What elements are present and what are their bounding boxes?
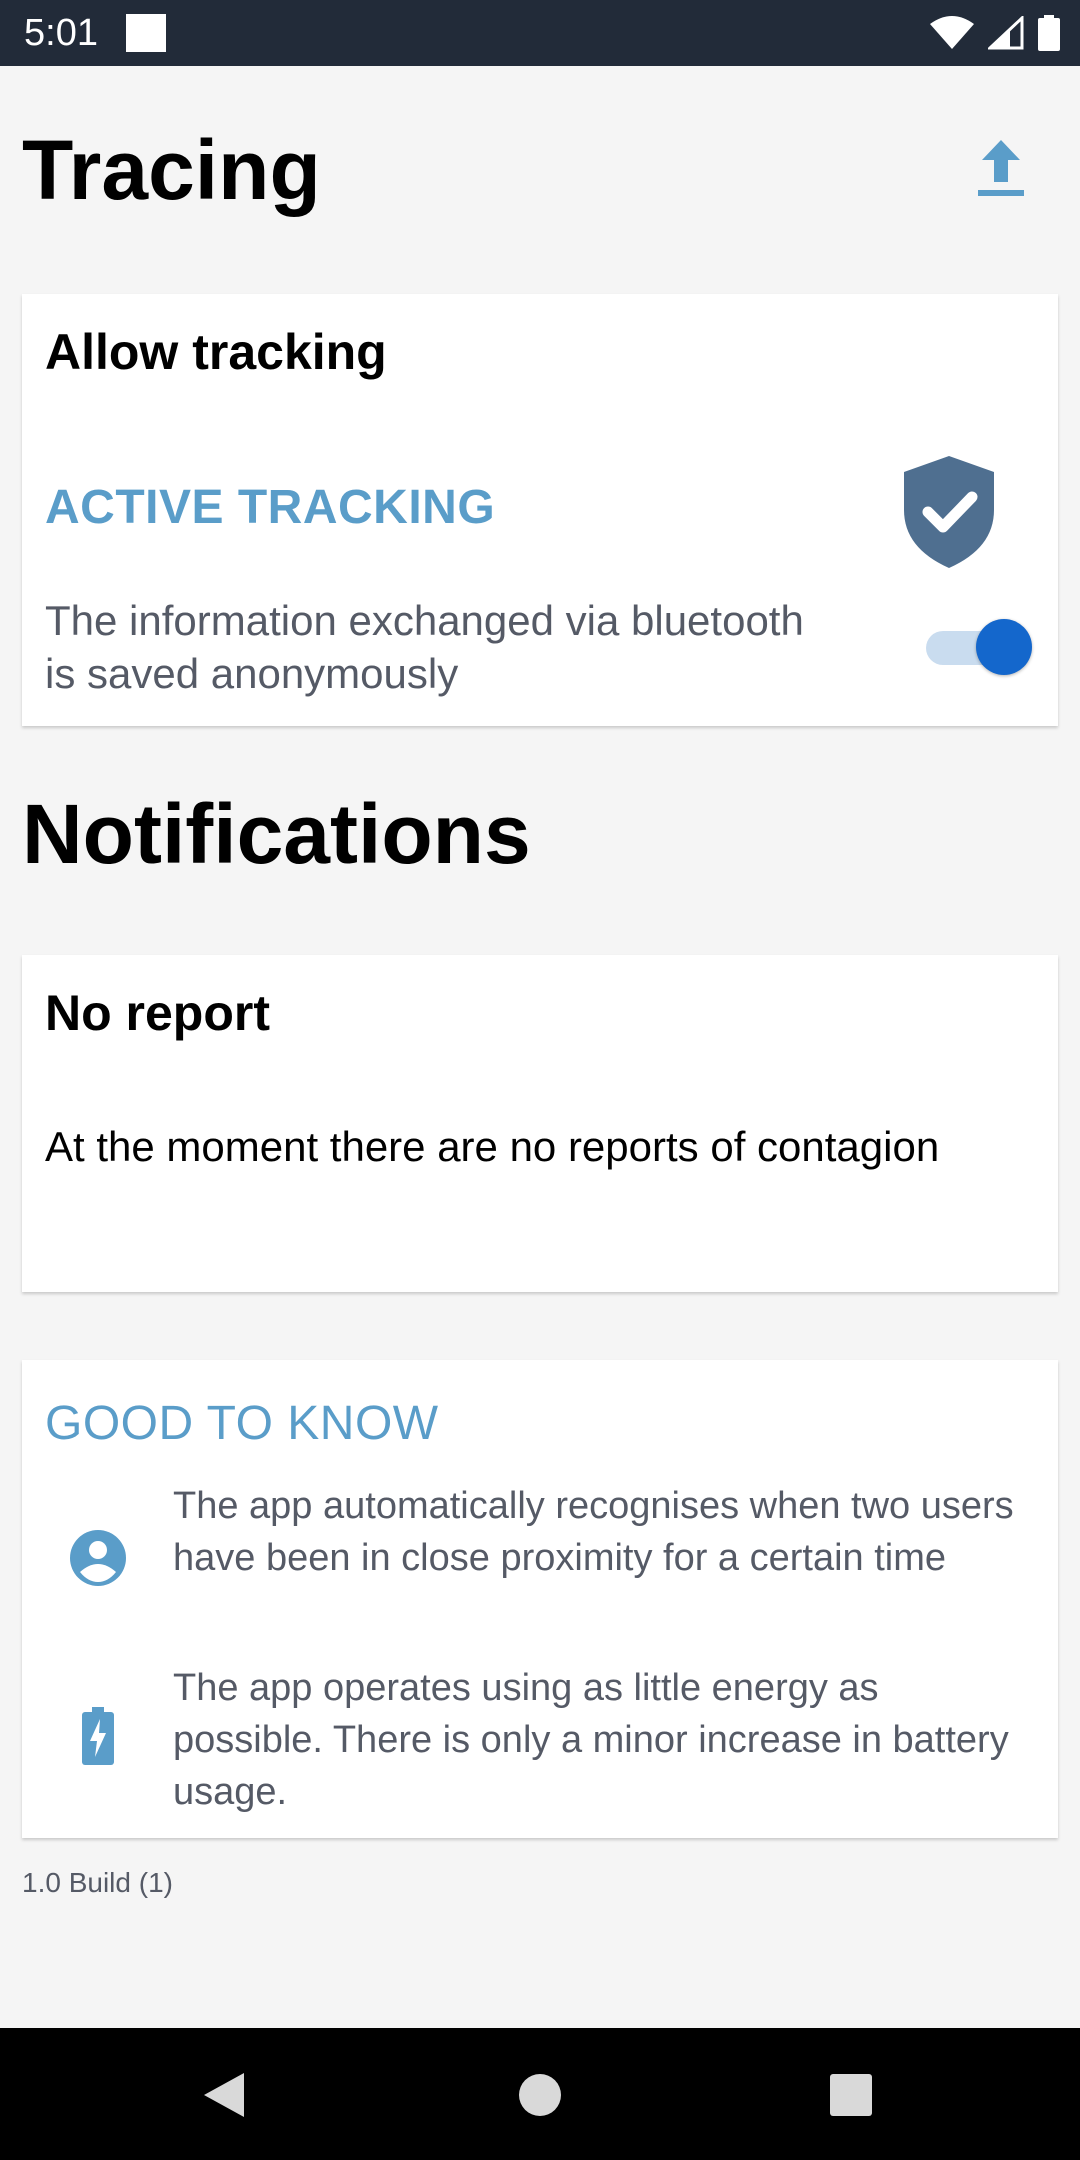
recents-icon[interactable] [828, 2072, 874, 2118]
tracking-description: The information exchanged via bluetooth … [45, 597, 804, 697]
good-to-know-title: GOOD TO KNOW [45, 1397, 439, 1450]
version-label: 1.0 Build (1) [22, 1867, 173, 1898]
report-description: At the moment there are no reports of co… [45, 1123, 940, 1170]
good-to-know-card: GOOD TO KNOW The app automatically recog… [22, 1360, 1058, 1838]
status-time: 5:01 [24, 12, 98, 54]
back-icon[interactable] [200, 2070, 250, 2120]
notifications-title: Notifications [22, 787, 531, 881]
info-item-proximity-text: The app automatically recognises when tw… [173, 1485, 1014, 1579]
notification-square-icon [126, 14, 166, 52]
info-item-energy-text: The app operates using as little energy … [173, 1667, 1009, 1813]
tracking-card: Allow tracking ACTIVE TRACKING The infor… [22, 294, 1058, 726]
upload-icon [978, 140, 1024, 196]
shield-check-icon [904, 456, 994, 568]
tracking-card-title: Allow tracking [45, 324, 387, 380]
user-circle-icon [70, 1530, 126, 1586]
toggle-knob [976, 619, 1032, 675]
page-title: Tracing [22, 123, 321, 217]
battery-charging-icon [82, 1707, 114, 1765]
battery-icon [1038, 15, 1060, 51]
tracking-toggle[interactable] [920, 616, 1034, 676]
tracking-status-label: ACTIVE TRACKING [45, 481, 496, 534]
status-icons [930, 12, 1060, 54]
report-card: No report At the moment there are no rep… [22, 955, 1058, 1292]
report-title: No report [45, 985, 270, 1041]
home-icon[interactable] [517, 2072, 563, 2118]
cell-signal-icon [988, 16, 1024, 50]
wifi-icon [930, 16, 974, 49]
upload-button[interactable] [972, 136, 1030, 200]
status-bar: 5:01 [0, 0, 1080, 66]
navigation-bar [0, 2028, 1080, 2160]
